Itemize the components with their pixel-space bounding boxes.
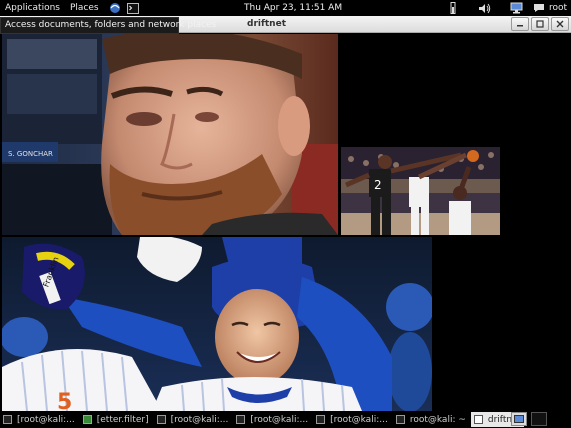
top-panel: Applications Places Thu Apr 23, 11:51 AM…	[0, 0, 571, 16]
applications-menu[interactable]: Applications	[0, 0, 65, 16]
captured-image-bearded-player[interactable]: S. GONCHAR	[2, 34, 338, 235]
terminal-icon	[316, 415, 326, 424]
minimize-button[interactable]	[511, 17, 529, 31]
places-tooltip: Access documents, folders and network pl…	[0, 17, 216, 34]
task-terminal-1[interactable]: [root@kali:...	[0, 412, 78, 427]
browser-launcher-icon[interactable]	[108, 1, 122, 15]
user-name: root	[548, 3, 567, 13]
nameplate-text: S. GONCHAR	[8, 150, 53, 158]
task-label: [root@kali:...	[330, 414, 388, 425]
chat-icon	[533, 4, 544, 12]
minimize-icon	[517, 25, 523, 27]
user-menu[interactable]: root	[533, 3, 567, 13]
captured-image-baseball-celebration[interactable]: Franklin 5	[2, 237, 432, 411]
maximize-icon	[536, 20, 544, 28]
task-terminal-3[interactable]: [root@kali:...	[233, 412, 311, 427]
terminal-icon	[236, 415, 246, 424]
window-icon	[473, 415, 483, 424]
task-label: [root@kali:...	[170, 414, 229, 425]
editor-icon	[82, 415, 92, 424]
places-menu[interactable]: Places	[65, 0, 104, 16]
captured-image-basketball-game[interactable]: 2	[341, 147, 500, 235]
accessibility-icon[interactable]	[446, 1, 460, 15]
close-button[interactable]	[551, 17, 569, 31]
close-icon	[556, 20, 564, 28]
terminal-icon	[3, 415, 12, 424]
svg-text:2: 2	[374, 178, 382, 192]
clock[interactable]: Thu Apr 23, 11:51 AM	[244, 0, 342, 16]
task-label: [root@kali:...	[17, 414, 75, 425]
workspace-2-button[interactable]	[531, 412, 547, 426]
workspace-icon	[514, 415, 524, 423]
task-terminal-5[interactable]: root@kali: ~	[393, 412, 469, 427]
window-controls	[509, 17, 569, 31]
task-label: root@kali: ~	[409, 414, 466, 425]
task-etter-filter[interactable]: [etter.filter]	[80, 412, 152, 427]
task-label: [root@kali:...	[250, 414, 309, 425]
svg-text:5: 5	[57, 390, 72, 411]
task-terminal-4[interactable]: [root@kali:...	[313, 412, 391, 427]
terminal-icon	[395, 415, 405, 424]
terminal-icon	[156, 415, 166, 424]
driftnet-canvas: S. GONCHAR 2 Franklin 5	[0, 34, 571, 411]
task-label: [etter.filter]	[96, 414, 149, 425]
volume-icon[interactable]	[478, 1, 492, 15]
terminal-launcher-icon[interactable]	[126, 1, 140, 15]
task-terminal-2[interactable]: [root@kali:...	[154, 412, 232, 427]
maximize-button[interactable]	[531, 17, 549, 31]
workspace-1-button[interactable]	[511, 412, 527, 426]
system-tray: root	[437, 0, 571, 16]
taskbar: [root@kali:... [etter.filter] [root@kali…	[0, 411, 571, 428]
network-icon[interactable]	[510, 1, 524, 15]
window-title: driftnet	[247, 19, 286, 29]
